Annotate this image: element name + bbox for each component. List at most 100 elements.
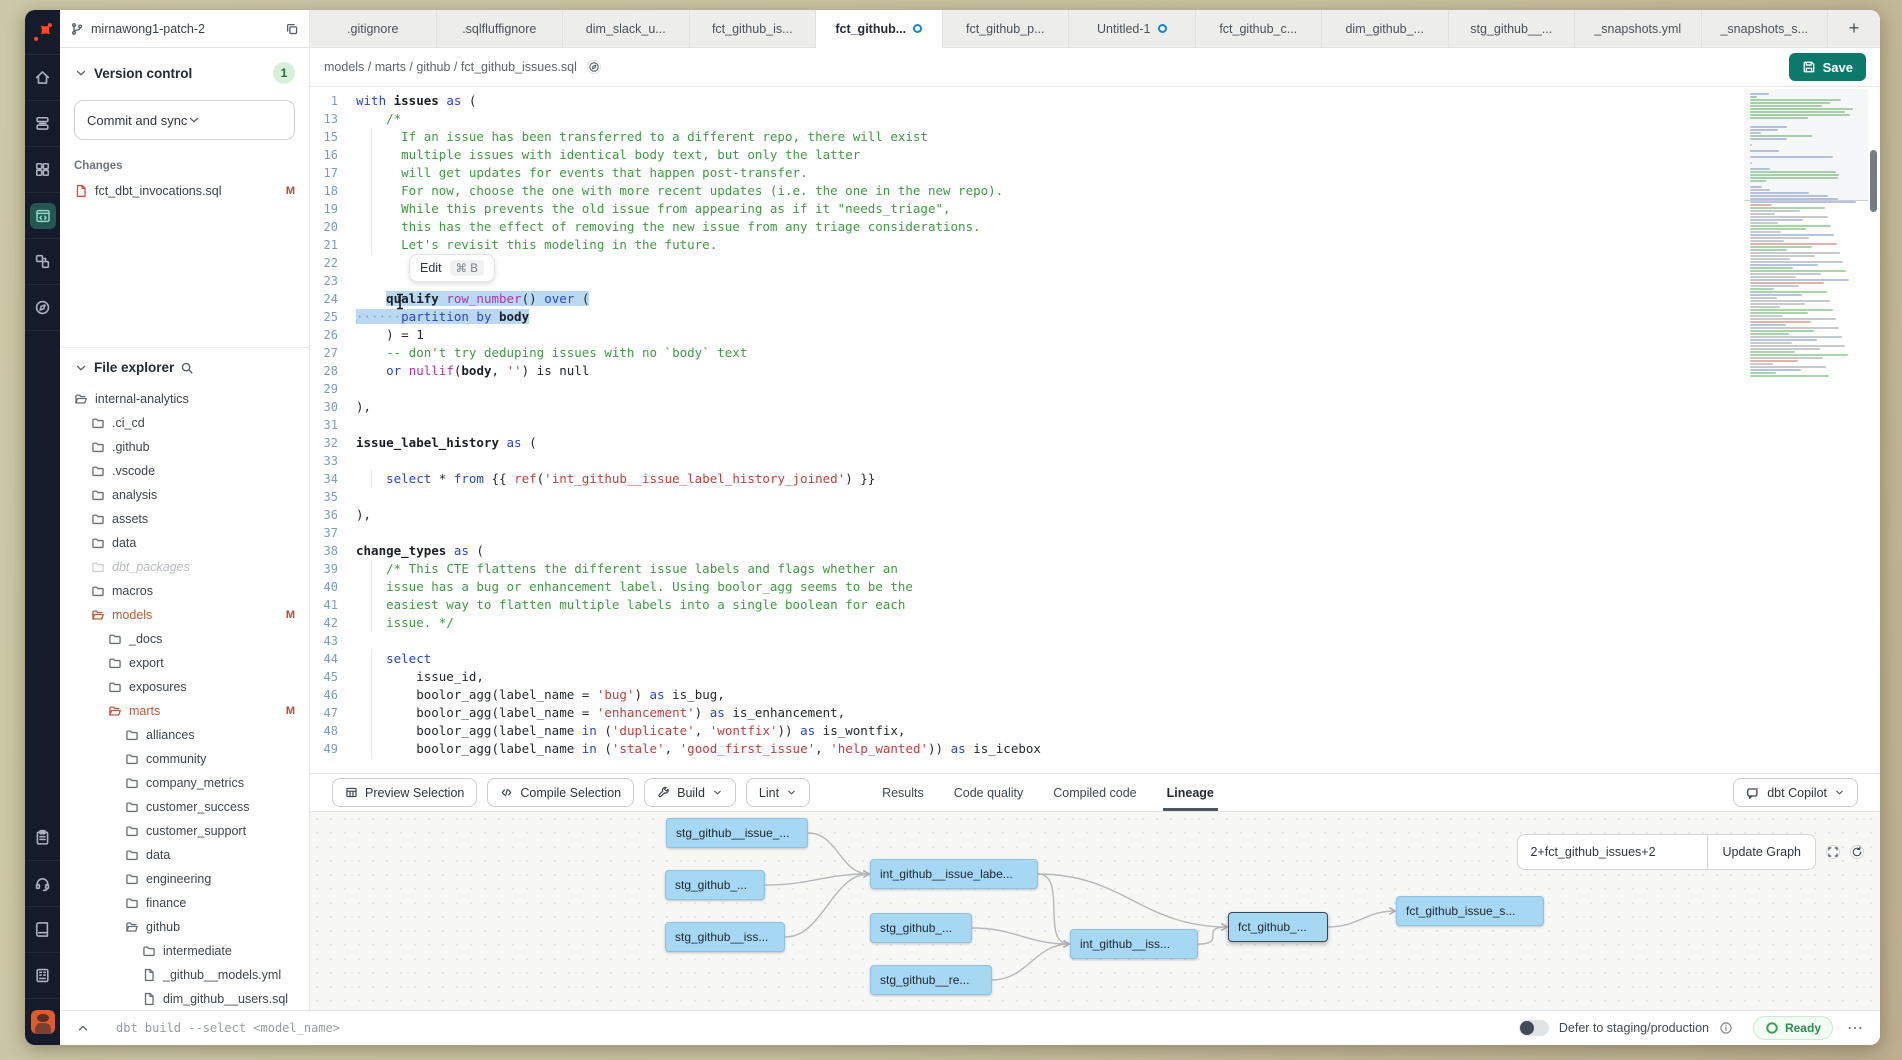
file-tree-item[interactable]: _docs [74, 627, 295, 651]
file-tree-item[interactable]: intermediate [74, 939, 295, 963]
editor-tab[interactable]: dim_github_... [1322, 10, 1449, 48]
rail-apps-icon[interactable] [25, 147, 60, 193]
folder-icon [125, 776, 139, 790]
editor-tab[interactable]: dim_slack_u... [563, 10, 690, 48]
rail-develop-ide-icon[interactable] [25, 193, 60, 239]
rail-shortcuts-icon[interactable] [25, 953, 60, 999]
file-tree-item[interactable]: company_metrics [74, 771, 295, 795]
fullscreen-button[interactable] [1826, 845, 1840, 859]
dbt-command-input[interactable]: dbt build --select <model_name> [116, 1021, 340, 1035]
ide-status-badge[interactable]: Ready [1753, 1016, 1833, 1040]
editor-tab[interactable]: .sqlfluffignore [437, 10, 564, 48]
editor-tab[interactable]: fct_github_is... [690, 10, 817, 48]
expand-command-bar-icon[interactable] [76, 1021, 90, 1035]
rail-explore-icon[interactable] [25, 285, 60, 331]
code-line: 47 boolor_agg(label_name = 'enhancement'… [310, 704, 1880, 722]
lineage-node[interactable]: fct_github_issue_s... [1396, 896, 1544, 926]
dbt-copilot-button[interactable]: dbt Copilot [1733, 778, 1858, 807]
file-tree-item[interactable]: macros [74, 579, 295, 603]
editor-tab[interactable]: .gitignore [310, 10, 437, 48]
file-tree-item[interactable]: .github [74, 435, 295, 459]
file-tree-item[interactable]: github [74, 915, 295, 939]
lineage-node[interactable]: stg_github__iss... [665, 922, 785, 952]
code-line: 45 issue_id, [310, 668, 1880, 686]
file-tree-item[interactable]: alliances [74, 723, 295, 747]
defer-toggle[interactable] [1519, 1020, 1549, 1036]
minimap[interactable] [1750, 93, 1862, 378]
file-tree-item[interactable]: assets [74, 507, 295, 531]
rail-support-icon[interactable] [25, 861, 60, 907]
file-tree-item[interactable]: data [74, 843, 295, 867]
file-tree-item[interactable]: dim_github__users.sql [74, 987, 295, 1010]
file-tree-item[interactable]: customer_success [74, 795, 295, 819]
rail-home-icon[interactable] [25, 55, 60, 101]
file-tree-item[interactable]: dbt_packages [74, 555, 295, 579]
file-tree-item[interactable]: engineering [74, 867, 295, 891]
user-avatar[interactable] [31, 1010, 55, 1034]
panel-tab-code-quality[interactable]: Code quality [954, 774, 1024, 811]
lineage-node[interactable]: stg_github_... [665, 870, 765, 900]
editor-tab[interactable]: Untitled-1 [1069, 10, 1196, 48]
file-explorer-header[interactable]: File explorer [74, 360, 295, 375]
lineage-selector-input[interactable]: 2+fct_github_issues+2 [1518, 835, 1708, 869]
file-tree-item[interactable]: exposures [74, 675, 295, 699]
rail-documentation-icon[interactable] [25, 907, 60, 953]
preview-selection-button[interactable]: Preview Selection [332, 778, 477, 807]
new-tab-button[interactable]: + [1828, 10, 1880, 48]
code-line: 36), [310, 506, 1880, 524]
editor-tab[interactable]: _snapshots_s... [1702, 10, 1829, 48]
view-docs-button[interactable] [587, 60, 601, 74]
minimap-line [1750, 336, 1842, 338]
compile-selection-button[interactable]: Compile Selection [487, 778, 634, 807]
copy-branch-icon[interactable] [285, 22, 299, 36]
minimap-line [1750, 327, 1839, 329]
panel-tab-compiled-code[interactable]: Compiled code [1053, 774, 1136, 811]
vertical-scrollbar-thumb[interactable] [1870, 150, 1877, 212]
rail-changelog-icon[interactable] [25, 815, 60, 861]
file-tree-item[interactable]: finance [74, 891, 295, 915]
file-tree-item[interactable]: analysis [74, 483, 295, 507]
build-button[interactable]: Build [644, 778, 736, 807]
status-menu-button[interactable]: ⋯ [1847, 1018, 1864, 1038]
update-graph-button[interactable]: Update Graph [1708, 835, 1815, 869]
file-tree-item[interactable]: customer_support [74, 819, 295, 843]
lineage-node[interactable]: stg_github_... [870, 913, 972, 943]
search-icon[interactable] [180, 361, 194, 375]
file-tree-item[interactable]: internal-analytics [74, 387, 295, 411]
code-editor[interactable]: 1with issues as (13 /*15 If an issue has… [310, 87, 1880, 773]
lineage-node[interactable]: int_github__iss... [1070, 929, 1198, 959]
lint-button[interactable]: Lint [746, 778, 810, 807]
info-icon[interactable] [1719, 1021, 1733, 1035]
editor-tab[interactable]: stg_github__... [1449, 10, 1576, 48]
file-tree-item[interactable]: .vscode [74, 459, 295, 483]
refresh-graph-button[interactable] [1850, 845, 1864, 859]
file-tree-item[interactable]: _github__models.yml [74, 963, 295, 987]
panel-tab-lineage[interactable]: Lineage [1167, 774, 1214, 811]
rail-orchestration-icon[interactable] [25, 239, 60, 285]
file-tree-item[interactable]: data [74, 531, 295, 555]
file-tree-item[interactable]: export [74, 651, 295, 675]
commit-and-sync-dropdown[interactable]: Commit and sync [74, 100, 295, 140]
git-branch-selector[interactable]: mirnawong1-patch-2 [60, 10, 310, 48]
dbt-logo[interactable] [25, 10, 60, 55]
editor-tab[interactable]: _snapshots.yml [1575, 10, 1702, 48]
editor-tab[interactable]: fct_github_p... [943, 10, 1070, 48]
file-tree-item[interactable]: modelsM [74, 603, 295, 627]
save-button[interactable]: Save [1789, 53, 1866, 81]
panel-tab-results[interactable]: Results [882, 774, 924, 811]
minimap-line [1750, 309, 1833, 311]
lineage-node[interactable]: stg_github__issue_... [666, 818, 808, 848]
minimap-line [1750, 243, 1837, 245]
rail-account-avatar[interactable] [25, 999, 60, 1045]
file-tree-item[interactable]: martsM [74, 699, 295, 723]
changed-file-item[interactable]: fct_dbt_invocations.sqlM [74, 184, 295, 198]
lineage-node[interactable]: int_github__issue_labe... [870, 859, 1038, 889]
editor-tab[interactable]: fct_github_c... [1196, 10, 1323, 48]
editor-tab-active[interactable]: fct_github... [816, 10, 943, 48]
version-control-header[interactable]: Version control 1 [74, 62, 295, 84]
rail-environments-icon[interactable] [25, 101, 60, 147]
file-tree-item[interactable]: .ci_cd [74, 411, 295, 435]
lineage-node-selected[interactable]: fct_github_... [1228, 912, 1328, 942]
lineage-node[interactable]: stg_github__re... [870, 965, 992, 995]
file-tree-item[interactable]: community [74, 747, 295, 771]
